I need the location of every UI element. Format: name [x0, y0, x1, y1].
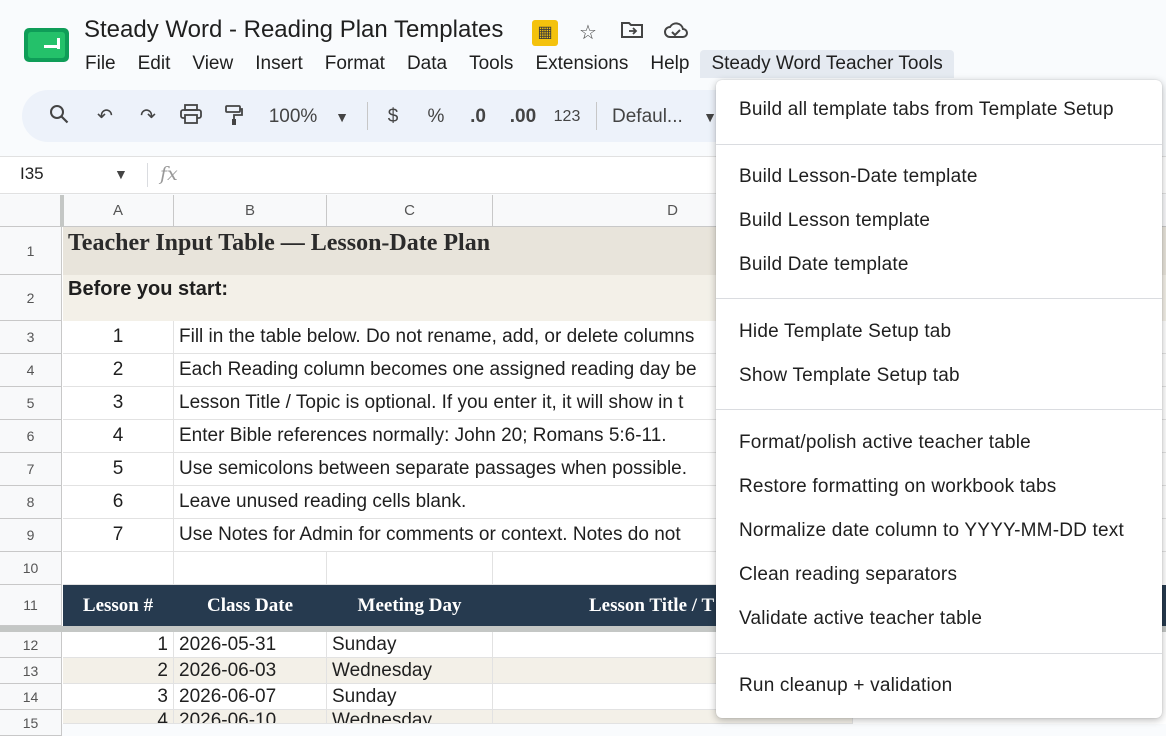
- menu-item-build-all-templates[interactable]: Build all template tabs from Template Se…: [739, 99, 1114, 121]
- undo-icon[interactable]: ↶: [92, 104, 118, 130]
- chevron-down-icon[interactable]: ▼: [332, 104, 352, 130]
- row-header[interactable]: 10: [0, 552, 62, 585]
- row-header[interactable]: 7: [0, 453, 62, 486]
- row-header[interactable]: 14: [0, 684, 62, 710]
- row-header[interactable]: 2: [0, 275, 62, 321]
- empty-cell[interactable]: [174, 552, 327, 585]
- table-row-date[interactable]: 2026-06-07: [174, 684, 327, 710]
- row-header[interactable]: 15: [0, 710, 62, 736]
- increase-decimal-button[interactable]: .00: [506, 104, 540, 130]
- menu-item-clean-reading-separators[interactable]: Clean reading separators: [739, 564, 957, 586]
- number-format-button[interactable]: 123: [550, 104, 584, 130]
- no-image-icon[interactable]: ▦: [532, 20, 558, 46]
- row-header[interactable]: 9: [0, 519, 62, 552]
- menu-data[interactable]: Data: [396, 50, 458, 78]
- font-select[interactable]: Defaul...: [612, 104, 694, 130]
- menu-divider: [716, 653, 1162, 654]
- table-row-day[interactable]: Sunday: [327, 632, 493, 658]
- column-header-a[interactable]: A: [63, 195, 174, 227]
- table-row-date[interactable]: 2026-06-10: [174, 710, 327, 724]
- row-header[interactable]: 13: [0, 658, 62, 684]
- paint-format-icon[interactable]: [221, 104, 247, 130]
- name-box-chevron-icon[interactable]: ▼: [114, 166, 128, 182]
- table-header-meeting-day[interactable]: Meeting Day: [327, 585, 493, 626]
- table-row-date[interactable]: 2026-05-31: [174, 632, 327, 658]
- table-row-lesson[interactable]: 4: [63, 710, 174, 724]
- menu-item-format-polish-table[interactable]: Format/polish active teacher table: [739, 432, 1031, 454]
- menu-item-validate-teacher-table[interactable]: Validate active teacher table: [739, 608, 982, 630]
- before-you-start-heading: Before you start:: [68, 278, 229, 300]
- instruction-number[interactable]: 2: [63, 354, 174, 387]
- row-header[interactable]: 11: [0, 585, 62, 626]
- table-header-class-date[interactable]: Class Date: [174, 585, 327, 626]
- menu-insert[interactable]: Insert: [244, 50, 314, 78]
- menu-item-normalize-date-column[interactable]: Normalize date column to YYYY-MM-DD text: [739, 520, 1124, 542]
- menu-divider: [716, 409, 1162, 410]
- move-folder-icon[interactable]: [619, 20, 645, 46]
- frozen-column-divider[interactable]: [60, 195, 64, 227]
- toolbar-divider: [596, 102, 597, 130]
- currency-format-button[interactable]: $: [380, 104, 406, 130]
- menu-item-run-cleanup-validation[interactable]: Run cleanup + validation: [739, 675, 952, 697]
- menu-item-restore-formatting[interactable]: Restore formatting on workbook tabs: [739, 476, 1057, 498]
- decrease-decimal-button[interactable]: .0: [462, 104, 494, 130]
- menu-view[interactable]: View: [181, 50, 244, 78]
- document-title[interactable]: Steady Word - Reading Plan Templates: [84, 16, 503, 44]
- table-row-lesson[interactable]: 3: [63, 684, 174, 710]
- menu-item-hide-template-setup[interactable]: Hide Template Setup tab: [739, 321, 951, 343]
- print-icon[interactable]: [178, 104, 204, 130]
- row-header[interactable]: 8: [0, 486, 62, 519]
- sheets-logo-icon[interactable]: [24, 28, 69, 62]
- row-header[interactable]: 12: [0, 632, 62, 658]
- percent-format-button[interactable]: %: [423, 104, 449, 130]
- empty-cell[interactable]: [63, 552, 174, 585]
- menu-item-build-date-template[interactable]: Build Date template: [739, 254, 909, 276]
- row-header[interactable]: 1: [0, 227, 62, 275]
- search-icon[interactable]: [46, 104, 72, 130]
- row-header[interactable]: 5: [0, 387, 62, 420]
- menu-steady-word-teacher-tools[interactable]: Steady Word Teacher Tools: [700, 50, 954, 78]
- instruction-number[interactable]: 1: [63, 321, 174, 354]
- row-header[interactable]: 3: [0, 321, 62, 354]
- menu-extensions[interactable]: Extensions: [524, 50, 639, 78]
- menu-file[interactable]: File: [74, 50, 127, 78]
- menu-tools[interactable]: Tools: [458, 50, 524, 78]
- table-row-day[interactable]: Wednesday: [327, 658, 493, 684]
- instruction-number[interactable]: 4: [63, 420, 174, 453]
- name-box[interactable]: I35: [20, 164, 44, 184]
- instruction-number[interactable]: 5: [63, 453, 174, 486]
- menu-bar: File Edit View Insert Format Data Tools …: [74, 50, 954, 78]
- instruction-number[interactable]: 7: [63, 519, 174, 552]
- menu-item-build-lesson-date-template[interactable]: Build Lesson-Date template: [739, 166, 978, 188]
- formula-divider: [147, 163, 148, 187]
- menu-divider: [716, 144, 1162, 145]
- table-row-date[interactable]: 2026-06-03: [174, 658, 327, 684]
- cloud-saved-icon[interactable]: [663, 20, 689, 46]
- empty-cell[interactable]: [327, 552, 493, 585]
- table-row-day[interactable]: Sunday: [327, 684, 493, 710]
- menu-item-show-template-setup[interactable]: Show Template Setup tab: [739, 365, 960, 387]
- zoom-select[interactable]: 100%: [264, 104, 322, 130]
- table-row-lesson[interactable]: 2: [63, 658, 174, 684]
- redo-icon[interactable]: ↷: [135, 104, 161, 130]
- menu-format[interactable]: Format: [314, 50, 396, 78]
- menu-item-build-lesson-template[interactable]: Build Lesson template: [739, 210, 930, 232]
- sheet-title: Teacher Input Table — Lesson-Date Plan: [68, 230, 491, 256]
- toolbar-divider: [367, 102, 368, 130]
- menu-divider: [716, 298, 1162, 299]
- menu-help[interactable]: Help: [639, 50, 700, 78]
- star-icon[interactable]: ☆: [575, 20, 601, 46]
- table-row-day[interactable]: Wednesday: [327, 710, 493, 724]
- column-header-b[interactable]: B: [174, 195, 327, 227]
- table-header-lesson-number[interactable]: Lesson #: [63, 585, 174, 626]
- row-header[interactable]: 4: [0, 354, 62, 387]
- instruction-number[interactable]: 3: [63, 387, 174, 420]
- table-row-lesson[interactable]: 1: [63, 632, 174, 658]
- fx-icon: fx: [160, 163, 178, 185]
- menu-edit[interactable]: Edit: [127, 50, 182, 78]
- column-header-c[interactable]: C: [327, 195, 493, 227]
- instruction-number[interactable]: 6: [63, 486, 174, 519]
- row-header[interactable]: 6: [0, 420, 62, 453]
- select-all-corner[interactable]: [0, 195, 62, 227]
